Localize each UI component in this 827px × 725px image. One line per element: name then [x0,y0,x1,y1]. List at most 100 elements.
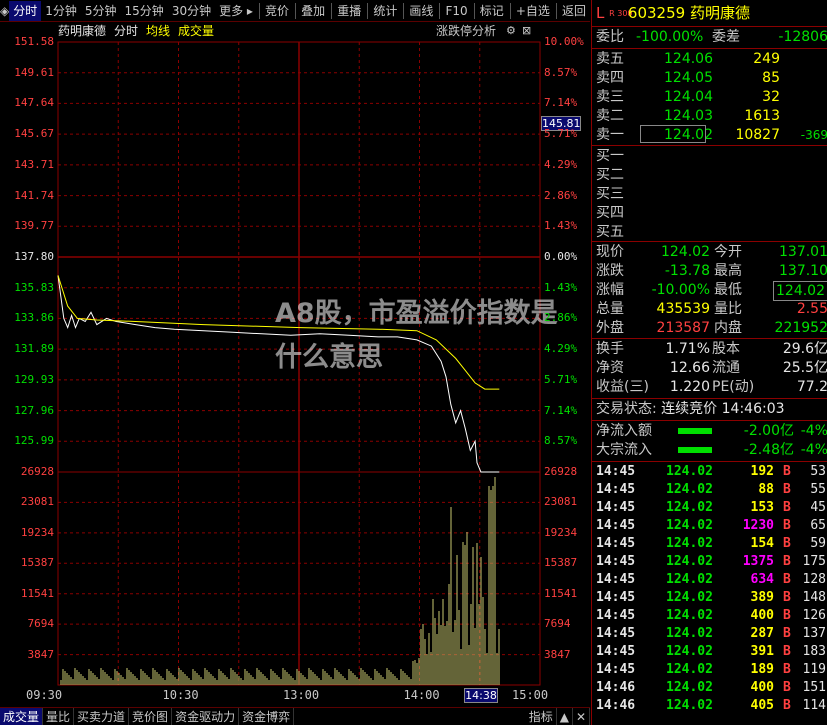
tick-direction: B [783,608,791,623]
ask-row[interactable]: 卖一 124.02 10827 -369 [596,126,827,144]
price-axis-label: 129.93 [14,372,54,386]
tick-count: 119 [802,662,826,677]
close-tab-icon[interactable]: ✕ [573,707,590,725]
close-icon[interactable]: ⊠ [522,24,531,37]
quote-row: 涨幅 -10.00% 最低 124.02 [596,281,827,301]
volume-axis-label-left: 11541 [20,586,54,600]
price-axis-label: 137.80 [14,250,54,263]
tick-volume: 634 [750,572,774,587]
stats-button[interactable]: 统计 [369,1,401,21]
tick-count: 65 [810,518,826,533]
stats-value: 29.6亿 [782,341,827,357]
trade-status-label: 交易状态: [596,401,657,417]
stats-value: 1.71% [665,341,710,357]
tick-count: 55 [810,482,826,497]
quote-value: 213587 [656,320,710,336]
volume-axis-label-left: 3847 [27,647,55,661]
weibi-value: -100.00% [636,29,704,45]
back-button[interactable]: 返回 [558,1,590,21]
tab-15min[interactable]: 15分钟 [121,1,168,21]
pct-axis-label: 5.71% [544,127,578,141]
volume-axis-label-left: 7694 [27,617,55,631]
tick-price: 124.02 [666,608,713,623]
bid-row[interactable]: 买二 [596,166,624,184]
quote-row: 总量 435539 量比 2.55 [596,300,827,318]
cursor-time-box: 14:38 [464,688,498,703]
quote-row: 现价 124.02 今开 137.01 [596,243,827,261]
bid-row[interactable]: 买一 [596,147,624,165]
tick-row: 14:45 124.02 192 B 53 [596,463,826,481]
bid-row[interactable]: 买三 [596,185,624,203]
chart-period-label: 分时 [114,24,139,38]
pct-axis-label: 1.43% [544,280,578,294]
tab-30min[interactable]: 30分钟 [168,1,215,21]
ask-label: 卖五 [596,51,624,67]
stats-row: 换手 1.71% 股本 29.6亿 [596,340,827,358]
mark-button[interactable]: 标记 [476,1,508,21]
indicator-button[interactable]: 指标 [526,707,557,725]
tick-row: 14:46 124.02 405 B 114 [596,697,826,715]
pct-axis-label: 5.71% [544,372,578,386]
tick-direction: B [783,518,791,533]
tab-capital-drive[interactable]: 资金驱动力 [172,707,240,725]
ask1-highlight [640,125,706,143]
pct-axis-label: 4.29% [544,157,578,171]
add-watchlist-button[interactable]: +自选 [512,1,554,21]
ask-row[interactable]: 卖二 124.03 1613 [596,107,827,125]
settings-icon[interactable]: ⚙ [506,24,516,37]
tab-capital-game[interactable]: 资金博弈 [239,707,295,725]
order-ratio-row: 委比 -100.00% 委差 -12806 [596,28,827,46]
tick-direction: B [783,554,791,569]
volume-axis-label-left: 15387 [20,556,54,570]
tab-1min[interactable]: 1分钟 [41,1,81,21]
price-axis-label: 149.61 [14,65,54,79]
bid-label: 买四 [596,205,624,221]
tick-volume: 400 [750,680,774,695]
tab-volume[interactable]: 成交量 [0,707,44,725]
ask-price: 124.03 [664,108,713,124]
ask-row[interactable]: 卖三 124.04 32 [596,88,827,106]
draw-line-button[interactable]: 画线 [405,1,437,21]
tab-volume-ratio[interactable]: 量比 [43,707,75,725]
tick-row: 14:45 124.02 634 B 128 [596,571,826,589]
limit-analysis-button[interactable]: 涨跌停分析 [436,23,496,39]
tab-auction-chart[interactable]: 竞价图 [129,707,173,725]
app-icon[interactable]: ◈ [0,1,9,21]
bid-row[interactable]: 买五 [596,223,624,241]
tick-volume: 1375 [742,554,774,569]
tick-volume: 192 [750,464,774,479]
tick-volume: 153 [750,500,774,515]
replay-button[interactable]: 重播 [333,1,365,21]
ask-volume: 10827 [735,127,780,143]
overlay-button[interactable]: 叠加 [297,1,329,21]
tick-row: 14:45 124.02 400 B 126 [596,607,826,625]
f10-button[interactable]: F10 [442,1,472,21]
ask-row[interactable]: 卖五 124.06 249 [596,50,827,68]
trade-status-value: 连续竞价 [661,401,718,417]
auction-button[interactable]: 竞价 [261,1,293,21]
tick-count: 137 [802,626,826,641]
tick-price: 124.02 [666,554,713,569]
ask-row[interactable]: 卖四 124.05 85 [596,69,827,87]
quote-value: 124.02 [661,244,710,260]
tick-direction: B [783,536,791,551]
tab-timeshare[interactable]: 分时 [9,0,42,21]
tick-direction: B [783,644,791,659]
tick-count: 175 [802,554,826,569]
bid-row[interactable]: 买四 [596,204,624,222]
more-dropdown[interactable]: 更多 ▸ [215,1,257,21]
stats-label: 换手 [596,341,624,357]
quote-label: 外盘 [596,320,624,336]
tab-5min[interactable]: 5分钟 [81,1,121,21]
quote-label: 总量 [596,301,624,317]
tab-buy-sell-force[interactable]: 买卖力道 [74,707,130,725]
divider [592,241,827,242]
time-axis-label: 14:00 [403,688,440,702]
arrow-up-icon[interactable]: ▲ [557,707,573,725]
quote-value: 137.01 [779,244,827,260]
ask-price: 124.05 [664,70,713,86]
tick-direction: B [783,590,791,605]
price-axis-label: 147.64 [14,96,54,110]
pct-axis-label: 2.86% [544,311,578,325]
ask-label: 卖二 [596,108,624,124]
